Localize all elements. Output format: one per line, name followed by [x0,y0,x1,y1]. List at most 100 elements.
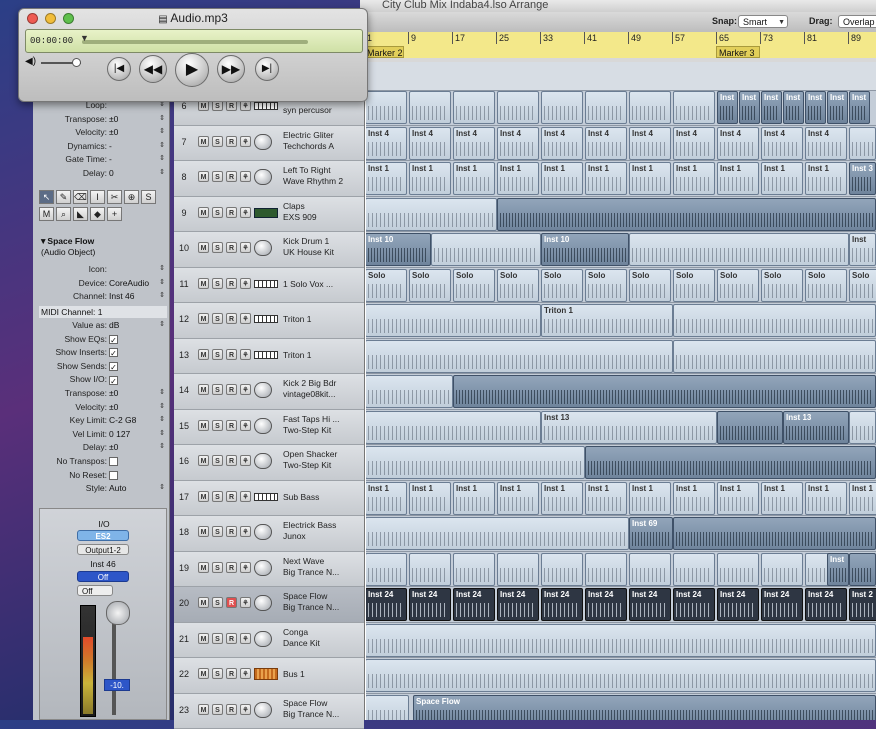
midi-region[interactable] [629,233,849,266]
midi-region[interactable] [431,233,541,266]
glue-tool-icon[interactable]: ⊕ [124,190,139,204]
midi-region[interactable]: Inst [717,91,738,124]
marquee-tool-icon[interactable]: + [107,207,122,221]
track-header[interactable]: 18MSR⚘Electrick BassJunox [174,516,364,552]
freeze-button[interactable]: ⚘ [240,526,251,537]
playhead-line[interactable] [365,62,366,720]
midi-region[interactable] [497,198,876,231]
solo-button[interactable]: S [212,242,223,253]
midi-region[interactable]: Inst 24 [805,588,847,621]
solo-button[interactable]: S [212,668,223,679]
mute-button[interactable]: M [198,526,209,537]
midi-region[interactable] [453,553,495,586]
volume-fader[interactable] [112,619,116,715]
track-lane[interactable]: SoloSoloSoloSoloSoloSoloSoloSoloSoloSolo… [365,268,876,304]
midi-region[interactable] [409,91,451,124]
midi-region[interactable] [673,304,876,337]
record-button[interactable]: R [226,704,237,715]
inspector-param-row[interactable]: Show I/O:✓ [33,374,169,387]
record-button[interactable]: R [226,242,237,253]
track-name[interactable]: Fast Taps Hi ...Two-Step Kit [283,414,363,436]
midi-region[interactable]: Inst [739,91,760,124]
track-lane[interactable]: Inst 1Inst 1Inst 1Inst 1Inst 1Inst 1Inst… [365,161,876,197]
midi-region[interactable]: Inst 1 [805,482,847,515]
eraser-tool-icon[interactable]: ⌫ [73,190,88,204]
midi-region[interactable] [849,553,876,586]
stepper-icon[interactable]: ⇕ [159,415,165,423]
track-lane[interactable] [365,623,876,659]
track-header[interactable]: 9MSR⚘ClapsEXS 909 [174,197,364,233]
track-lane[interactable] [365,658,876,694]
midi-region[interactable]: Inst 4 [585,127,627,160]
track-header[interactable]: 14MSR⚘Kick 2 Big Bdrvintage08kit... [174,374,364,410]
track-lane[interactable]: Inst 24Inst 24Inst 24Inst 24Inst 24Inst … [365,587,876,623]
solo-button[interactable]: S [212,136,223,147]
track-header[interactable]: 16MSR⚘Open ShackerTwo-Step Kit [174,445,364,481]
track-name[interactable]: Triton 1 [283,314,363,325]
mute-button[interactable]: M [198,420,209,431]
midi-region[interactable]: Inst [805,91,826,124]
param-value[interactable]: ±0 [109,114,118,124]
track-name[interactable]: Kick Drum 1UK House Kit [283,236,363,258]
track-lane[interactable]: Inst 1Inst 1Inst 1Inst 1Inst 1Inst 1Inst… [365,481,876,517]
midi-region[interactable]: Inst 4 [497,127,539,160]
solo-button[interactable]: S [212,278,223,289]
midi-region[interactable] [365,624,876,657]
stepper-icon[interactable]: ⇕ [159,141,165,149]
pointer-tool-icon[interactable]: ↖ [39,190,54,204]
midi-region[interactable] [673,91,715,124]
play-icon[interactable]: ▶ [175,53,209,87]
track-name[interactable]: CongaDance Kit [283,627,363,649]
midi-region[interactable] [585,91,627,124]
midi-region[interactable]: Solo [585,269,627,302]
param-value[interactable]: Inst 46 [109,291,135,301]
midi-region[interactable]: Solo [409,269,451,302]
track-lane[interactable] [365,339,876,375]
param-value[interactable]: C-2 G8 [109,415,136,425]
param-checkbox[interactable]: ✓ [109,374,118,384]
track-name[interactable]: Open ShackerTwo-Step Kit [283,449,363,471]
instrument-slot[interactable]: ES2 [77,530,129,541]
solo-button[interactable]: S [212,704,223,715]
marker[interactable]: Marker 2 [364,46,404,58]
track-name[interactable]: Triton 1 [283,350,363,361]
midi-region[interactable]: Solo [629,269,671,302]
solo-tool-icon[interactable]: S [141,190,156,204]
record-button[interactable]: R [226,136,237,147]
midi-region[interactable]: Inst 1 [673,482,715,515]
track-name[interactable]: Kick 2 Big Bdrvintage08kit... [283,378,363,400]
param-value[interactable]: - [109,154,112,164]
midi-region[interactable] [673,340,876,373]
record-button[interactable]: R [226,491,237,502]
midi-region[interactable] [717,553,759,586]
inspector-param-row[interactable]: Transpose:±0⇕ [33,388,169,401]
stepper-icon[interactable]: ⇕ [159,154,165,162]
midi-region[interactable]: Inst 1 [409,162,451,195]
solo-button[interactable]: S [212,384,223,395]
record-button[interactable]: R [226,349,237,360]
param-checkbox[interactable] [109,470,118,480]
midi-region[interactable] [453,375,876,408]
automation-mode-select[interactable]: Off [77,585,113,596]
zoom-tool-icon[interactable]: ⌕ [56,207,71,221]
midi-region[interactable]: Inst 4 [629,127,671,160]
freeze-button[interactable]: ⚘ [240,491,251,502]
track-lane[interactable]: Triton 1 [365,303,876,339]
stepper-icon[interactable]: ⇕ [159,264,165,272]
track-name[interactable]: Electrick BassJunox [283,520,363,542]
inspector-param-row[interactable]: Delay:±0⇕ [33,442,169,455]
checkbox[interactable]: ✓ [109,335,118,344]
midi-region[interactable]: Inst 4 [805,127,847,160]
freeze-button[interactable]: ⚘ [240,420,251,431]
midi-region[interactable] [453,91,495,124]
track-name[interactable]: Space FlowBig Trance N... [283,591,363,613]
freeze-button[interactable]: ⚘ [240,668,251,679]
param-value[interactable]: ±0 [109,388,118,398]
midi-region[interactable]: Inst 1 [673,162,715,195]
stepper-icon[interactable]: ⇕ [159,127,165,135]
midi-region[interactable]: Inst 10 [365,233,431,266]
inspector-param-row[interactable]: No Transpos: [33,456,169,469]
freeze-button[interactable]: ⚘ [240,455,251,466]
solo-button[interactable]: S [212,420,223,431]
midi-region[interactable] [497,91,539,124]
